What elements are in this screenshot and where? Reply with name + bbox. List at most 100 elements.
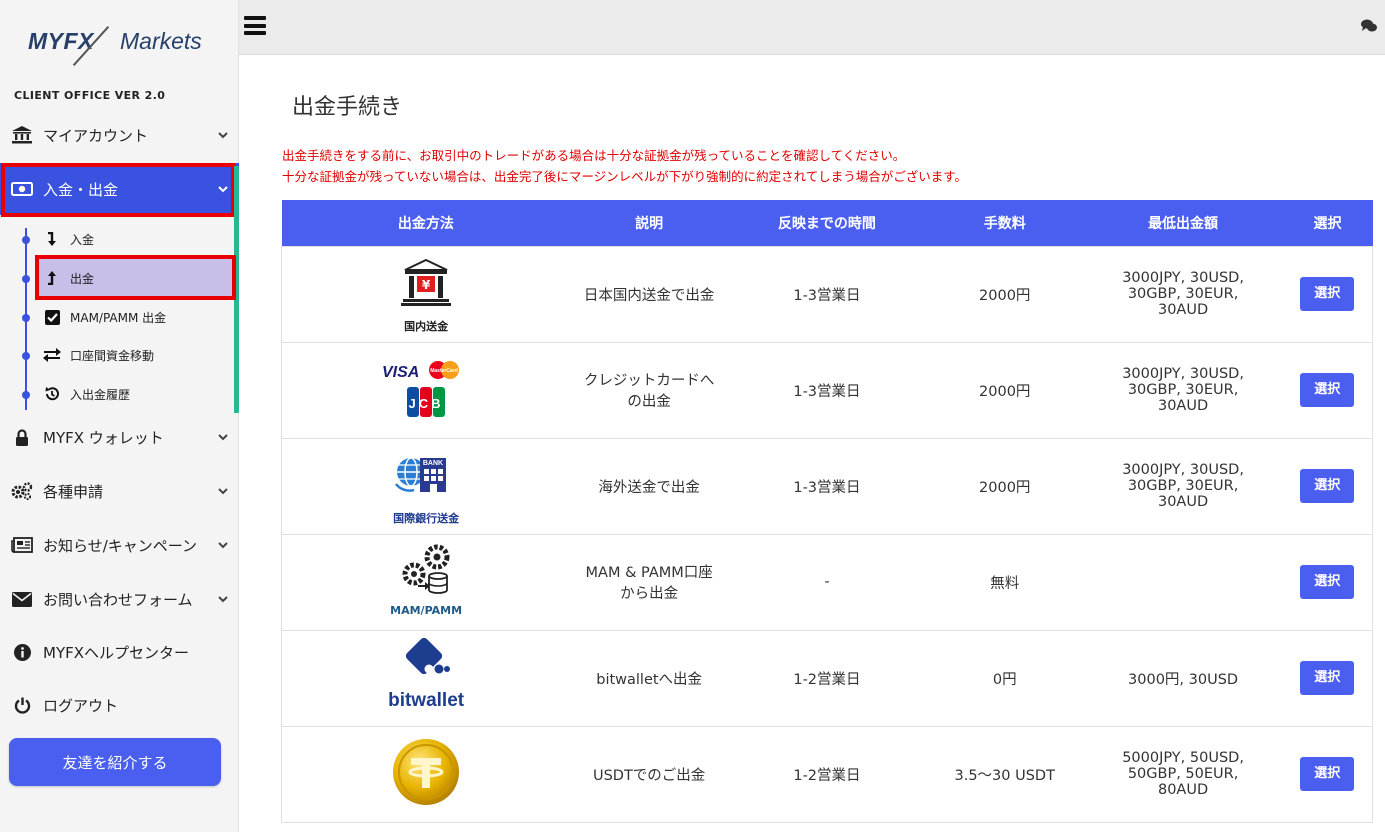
page-title: 出金手続き	[292, 95, 403, 120]
submenu-item-label: MAM/PAMM 出金	[70, 311, 167, 325]
transfer-icon	[43, 346, 61, 364]
select-cell: 選択	[1282, 437, 1373, 535]
column-header-method: 出金方法	[281, 200, 571, 246]
column-header-minimum: 最低出金額	[1083, 200, 1283, 246]
domestic-bank-logo: ¥ 国内送金	[376, 252, 476, 333]
submenu-item-withdraw[interactable]: 出金	[0, 260, 232, 296]
fee-cell: 3.5～30 USDT	[925, 725, 1084, 823]
table-row: VISA MasterCard JCB クレジットカードへの出金 1-3営業日 …	[281, 341, 1373, 439]
column-header-description: 説明	[570, 200, 729, 246]
sidebar-item-applications[interactable]: 各種申請	[0, 467, 239, 515]
chevron-down-icon	[218, 593, 228, 606]
chevron-down-icon	[218, 129, 228, 142]
minimum-cell: 5000JPY, 50USD, 50GBP, 50EUR, 80AUD	[1083, 725, 1283, 823]
table-header-row: 出金方法 説明 反映までの時間 手数料 最低出金額 選択	[281, 200, 1373, 246]
sidebar-item-label: 各種申請	[43, 482, 104, 501]
sidebar-item-news[interactable]: お知らせ/キャンペーン	[0, 521, 239, 569]
submenu-item-transfer[interactable]: 口座間資金移動	[0, 337, 232, 373]
submenu-item-mam-pamm[interactable]: MAM/PAMM 出金	[0, 299, 232, 335]
jcb-text: JCB	[409, 396, 444, 411]
method-cell: BANK 国際銀行送金	[281, 437, 571, 535]
sidebar-item-help-center[interactable]: MYFXヘルプセンター	[0, 628, 239, 676]
select-cell: 選択	[1282, 341, 1373, 439]
info-icon	[11, 641, 33, 663]
sidebar-item-label: MYFX ウォレット	[43, 428, 164, 447]
sidebar-item-my-account[interactable]: マイアカウント	[0, 111, 239, 159]
fee-cell: 0円	[925, 629, 1084, 727]
description-cell: 日本国内送金で出金	[570, 245, 729, 343]
sidebar-item-deposit-withdraw[interactable]: 入金・出金	[0, 163, 239, 215]
tether-coin-icon	[393, 739, 460, 805]
description-cell: 海外送金で出金	[570, 437, 729, 535]
warning-line-2: 十分な証拠金が残っていない場合は、出金完了後にマージンレベルが下がり強制的に約定…	[282, 169, 968, 184]
usdt-logo	[376, 732, 476, 812]
select-cell: 選択	[1282, 629, 1373, 727]
yen-sign: ¥	[422, 278, 431, 292]
minimum-cell: 3000円, 30USD	[1083, 629, 1283, 727]
hamburger-menu-icon[interactable]	[244, 16, 266, 35]
select-button[interactable]: 選択	[1300, 661, 1355, 695]
international-bank-logo: BANK 国際銀行送金	[376, 444, 476, 525]
table-row: ¥ 国内送金 日本国内送金で出金 1-3営業日 2000円 3000JPY, 3…	[281, 245, 1373, 343]
bank-icon	[11, 124, 33, 146]
sidebar: MYFX Markets CLIENT OFFICE VER 2.0 マイアカウ…	[0, 0, 239, 832]
timeline-dot	[22, 275, 30, 283]
method-caption: bitwallet	[388, 690, 465, 711]
table-row: BANK 国際銀行送金 海外送金で出金 1-3営業日 2000円 3000JPY…	[281, 437, 1373, 535]
lock-icon	[11, 426, 33, 448]
timeline-dot	[22, 352, 30, 360]
minimum-cell: 3000JPY, 30USD, 30GBP, 30EUR, 30AUD	[1083, 341, 1283, 439]
description-cell: bitwalletへ出金	[570, 629, 729, 727]
history-icon	[43, 385, 61, 403]
select-cell: 選択	[1282, 725, 1373, 823]
mastercard-text: MasterCard	[430, 368, 458, 374]
checkbox-icon	[43, 308, 61, 326]
timeline-dot	[22, 314, 30, 322]
method-caption: 国内送金	[404, 320, 449, 333]
version-label: CLIENT OFFICE VER 2.0	[14, 89, 166, 102]
myfx-logo[interactable]: MYFX Markets	[28, 16, 218, 72]
method-caption: 国際銀行送金	[393, 512, 460, 525]
method-cell: MAM/PAMM	[281, 533, 571, 631]
minimum-cell: 3000JPY, 30USD, 30GBP, 30EUR, 30AUD	[1083, 245, 1283, 343]
sidebar-item-label: MYFXヘルプセンター	[43, 643, 190, 662]
timeline-dot	[22, 236, 30, 244]
select-button[interactable]: 選択	[1300, 757, 1355, 791]
submenu-item-deposit[interactable]: 入金	[0, 221, 232, 257]
logo-markets-text: Markets	[120, 28, 202, 54]
method-cell: bitwallet	[281, 629, 571, 727]
card-brands-icon: VISA MasterCard JCB	[382, 361, 460, 417]
bitwallet-logo: bitwallet	[376, 636, 476, 716]
time-cell: -	[728, 533, 926, 631]
refer-friend-button[interactable]: 友達を紹介する	[9, 738, 221, 786]
method-caption: MAM/PAMM	[390, 604, 463, 617]
sidebar-item-wallet[interactable]: MYFX ウォレット	[0, 413, 239, 461]
submenu-item-history[interactable]: 入出金履歴	[0, 376, 232, 412]
power-icon	[11, 694, 33, 716]
time-cell: 1-2営業日	[728, 725, 926, 823]
select-button[interactable]: 選択	[1300, 277, 1355, 311]
select-button[interactable]: 選択	[1300, 565, 1355, 599]
newspaper-icon	[11, 534, 33, 556]
table-row: MAM/PAMM MAM & PAMM口座から出金 - 無料 選択	[281, 533, 1373, 631]
select-button[interactable]: 選択	[1300, 373, 1355, 407]
sidebar-item-contact[interactable]: お問い合わせフォーム	[0, 575, 239, 623]
submenu-item-label: 口座間資金移動	[70, 349, 155, 363]
minimum-cell	[1083, 533, 1283, 631]
sidebar-item-label: ログアウト	[43, 696, 119, 715]
submenu-accent-bar	[234, 166, 239, 413]
description-cell: MAM & PAMM口座から出金	[570, 533, 729, 631]
sidebar-item-logout[interactable]: ログアウト	[0, 681, 239, 729]
chat-icon[interactable]	[1361, 18, 1377, 32]
time-cell: 1-3営業日	[728, 245, 926, 343]
gears-icon	[11, 480, 33, 502]
arrow-up-icon	[43, 269, 61, 287]
envelope-icon	[11, 588, 33, 610]
sidebar-item-label: お問い合わせフォーム	[43, 590, 193, 609]
column-header-fee: 手数料	[925, 200, 1084, 246]
sidebar-item-label: 入金・出金	[43, 180, 119, 199]
sidebar-item-label: お知らせ/キャンペーン	[43, 536, 198, 555]
chevron-down-icon	[218, 485, 228, 498]
select-button[interactable]: 選択	[1300, 469, 1355, 503]
time-cell: 1-3営業日	[728, 341, 926, 439]
